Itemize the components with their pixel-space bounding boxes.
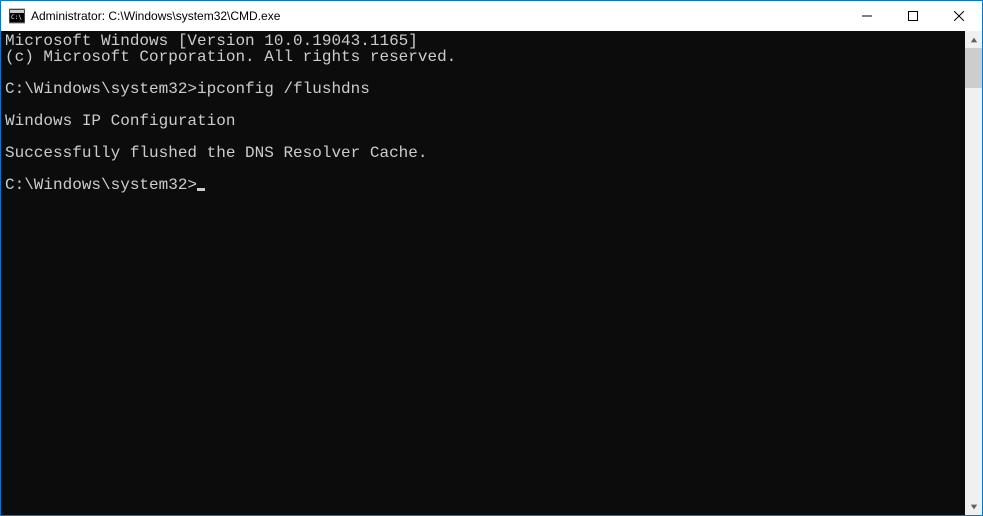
terminal-line: Successfully flushed the DNS Resolver Ca… bbox=[5, 145, 965, 161]
scroll-down-button[interactable] bbox=[965, 498, 982, 515]
terminal-line: Microsoft Windows [Version 10.0.19043.11… bbox=[5, 33, 965, 49]
content-area: Microsoft Windows [Version 10.0.19043.11… bbox=[1, 31, 982, 515]
scroll-thumb[interactable] bbox=[965, 48, 982, 88]
cursor bbox=[197, 188, 205, 191]
terminal-line bbox=[5, 97, 965, 113]
vertical-scrollbar[interactable] bbox=[965, 31, 982, 515]
maximize-button[interactable] bbox=[890, 1, 936, 31]
terminal-line: (c) Microsoft Corporation. All rights re… bbox=[5, 49, 965, 65]
terminal-line: C:\Windows\system32> bbox=[5, 177, 965, 193]
terminal-line: C:\Windows\system32>ipconfig /flushdns bbox=[5, 81, 965, 97]
scroll-track[interactable] bbox=[965, 48, 982, 498]
terminal-line bbox=[5, 65, 965, 81]
titlebar[interactable]: C:\ Administrator: C:\Windows\system32\C… bbox=[1, 1, 982, 31]
app-icon: C:\ bbox=[9, 8, 25, 24]
cmd-window: C:\ Administrator: C:\Windows\system32\C… bbox=[0, 0, 983, 516]
window-title: Administrator: C:\Windows\system32\CMD.e… bbox=[31, 9, 844, 23]
close-button[interactable] bbox=[936, 1, 982, 31]
window-controls bbox=[844, 1, 982, 31]
terminal-line bbox=[5, 161, 965, 177]
terminal-line bbox=[5, 129, 965, 145]
minimize-button[interactable] bbox=[844, 1, 890, 31]
scroll-up-button[interactable] bbox=[965, 31, 982, 48]
svg-text:C:\: C:\ bbox=[11, 14, 22, 21]
terminal-line: Windows IP Configuration bbox=[5, 113, 965, 129]
terminal-output[interactable]: Microsoft Windows [Version 10.0.19043.11… bbox=[1, 31, 965, 515]
